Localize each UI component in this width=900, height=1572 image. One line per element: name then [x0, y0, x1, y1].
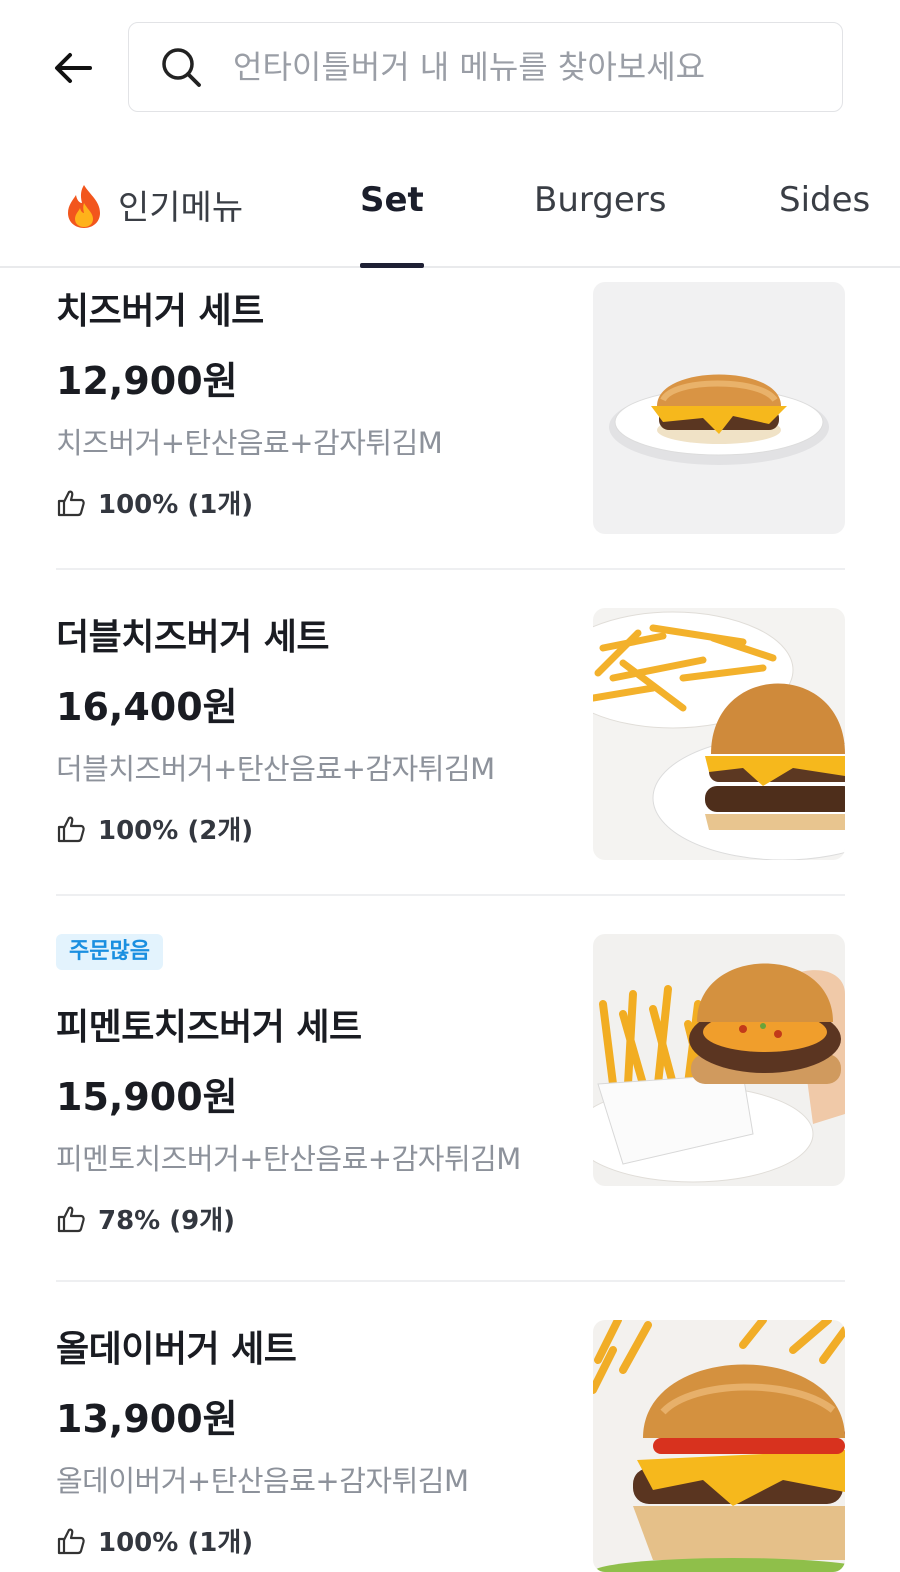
status-badge: 주문많음 [56, 934, 163, 970]
tab-set[interactable]: Set [360, 180, 424, 268]
item-title: 올데이버거 세트 [56, 1329, 297, 1370]
search-box[interactable] [128, 22, 843, 112]
divider [56, 894, 845, 896]
item-description: 올데이버거+탄산음료+감자튀김M [56, 1464, 469, 1498]
burger-image [593, 934, 845, 1186]
item-title: 더블치즈버거 세트 [56, 617, 330, 658]
tab-label: Burgers [534, 180, 667, 220]
burger-image [593, 608, 845, 860]
tab-sides[interactable]: Sides [779, 180, 870, 266]
item-description: 더블치즈버거+탄산음료+감자튀김M [56, 752, 495, 786]
item-price: 16,400원 [56, 685, 238, 729]
thumbs-up-icon [57, 1206, 85, 1232]
item-rating: 78% (9개) [56, 1200, 235, 1237]
thumbs-up-icon [57, 490, 85, 516]
item-price: 15,900원 [56, 1075, 238, 1119]
tab-label: Sides [779, 180, 871, 220]
category-tabs: 인기메뉴 Set Burgers Sides [0, 140, 900, 268]
search-input[interactable] [233, 37, 823, 97]
item-price: 13,900원 [56, 1397, 238, 1441]
item-description: 피멘토치즈버거+탄산음료+감자튀김M [56, 1142, 521, 1176]
item-rating: 100% (2개) [56, 810, 253, 847]
rating-text: 100% (2개) [98, 816, 254, 846]
back-button[interactable] [50, 44, 98, 92]
tab-label: 인기메뉴 [118, 188, 244, 228]
tab-label: Set [360, 180, 424, 220]
item-description: 치즈버거+탄산음료+감자튀김M [56, 426, 443, 460]
burger-image [593, 282, 845, 534]
rating-text: 78% (9개) [98, 1206, 236, 1236]
divider [56, 1280, 845, 1282]
rating-text: 100% (1개) [98, 1528, 254, 1558]
divider [56, 568, 845, 570]
tab-popular[interactable]: 인기메뉴 [64, 180, 243, 266]
item-price: 12,900원 [56, 359, 238, 403]
thumbs-up-icon [57, 816, 85, 842]
thumbs-up-icon [57, 1528, 85, 1554]
burger-image [593, 1320, 845, 1572]
item-title: 치즈버거 세트 [56, 291, 264, 332]
arrow-left-icon [55, 53, 92, 83]
item-rating: 100% (1개) [56, 484, 253, 521]
rating-text: 100% (1개) [98, 490, 254, 520]
search-icon [162, 48, 201, 87]
item-rating: 100% (1개) [56, 1522, 253, 1559]
item-title: 피멘토치즈버거 세트 [56, 1007, 362, 1048]
fire-icon [68, 184, 100, 228]
active-tab-indicator [360, 263, 424, 268]
top-bar [0, 0, 900, 140]
tab-burgers[interactable]: Burgers [534, 180, 666, 266]
